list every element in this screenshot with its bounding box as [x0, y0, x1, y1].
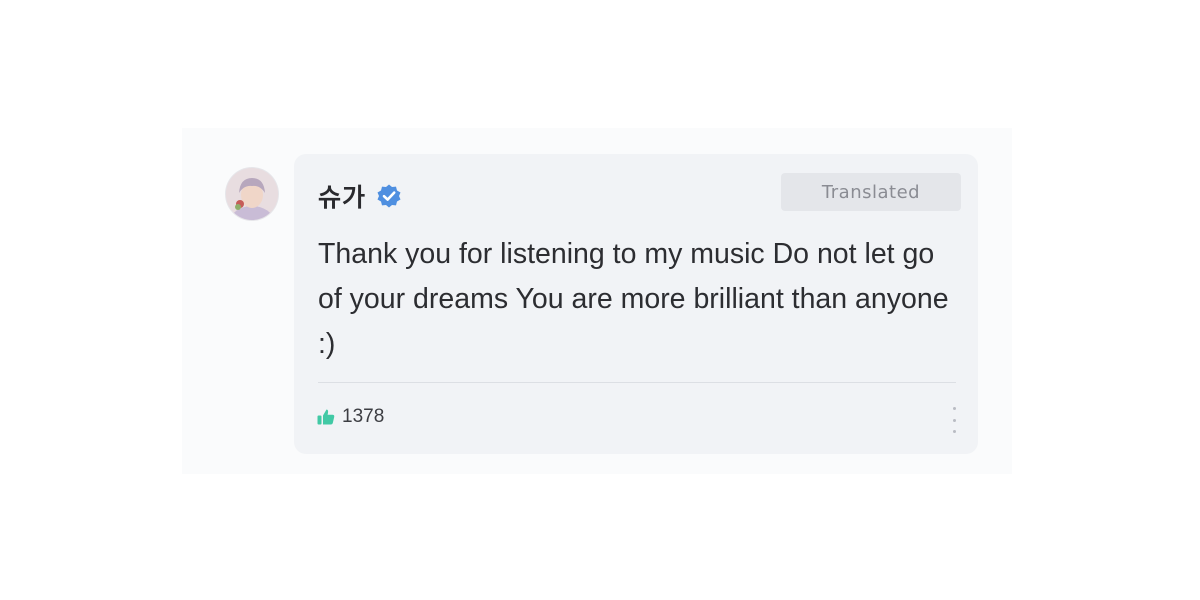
- comment-card: 슈가 Translated Thank you for listening to…: [294, 154, 978, 454]
- divider: [318, 382, 956, 383]
- avatar-image: [226, 168, 278, 220]
- verified-check-icon: [376, 183, 402, 209]
- thumbs-up-icon[interactable]: [316, 407, 336, 427]
- screenshot-canvas: 슈가 Translated Thank you for listening to…: [0, 0, 1200, 600]
- like-count: 1378: [342, 406, 385, 427]
- comment-message: Thank you for listening to my music Do n…: [318, 238, 949, 360]
- vertical-ellipsis-icon: [952, 407, 956, 410]
- author-row: 슈가: [318, 176, 402, 216]
- author-avatar[interactable]: [226, 168, 278, 220]
- more-options-button[interactable]: [944, 407, 964, 433]
- translated-badge[interactable]: Translated: [781, 173, 961, 211]
- author-name[interactable]: 슈가: [318, 178, 366, 214]
- like-row: 1378: [316, 404, 384, 430]
